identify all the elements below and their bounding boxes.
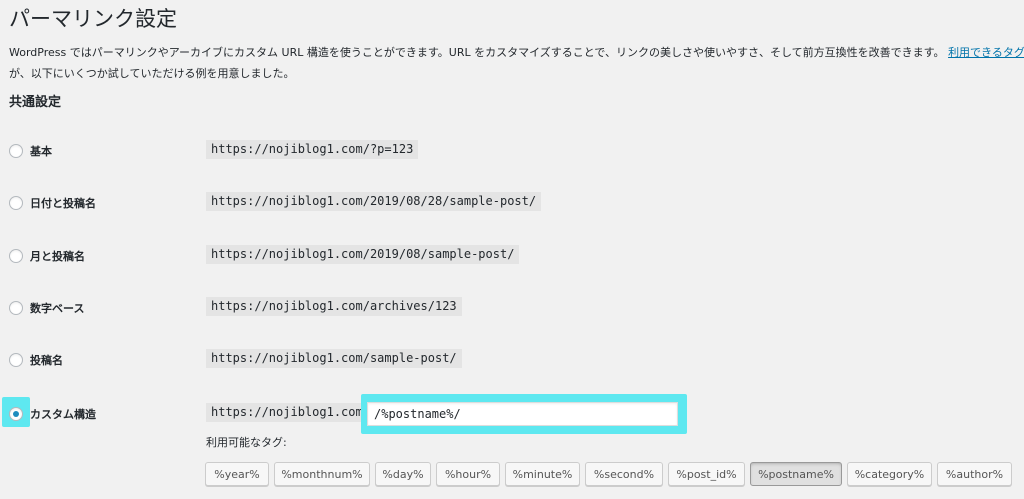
- intro-line-1-text: WordPress ではパーマリンクやアーカイブにカスタム URL 構造を使うこ…: [9, 46, 945, 59]
- tag-button-minute[interactable]: %minute%: [505, 462, 580, 486]
- radio-month-name[interactable]: [9, 249, 23, 263]
- tag-button-postname[interactable]: %postname%: [750, 462, 842, 486]
- intro-line-2: が、以下にいくつか試していただける例を用意しました。: [9, 67, 295, 80]
- tag-button-second[interactable]: %second%: [585, 462, 663, 486]
- page-title: パーマリンク設定: [9, 7, 177, 31]
- option-label[interactable]: 月と投稿名: [30, 248, 85, 264]
- example-url: https://nojiblog1.com/?p=123: [206, 140, 419, 159]
- option-label[interactable]: カスタム構造: [30, 406, 96, 422]
- radio-custom-structure[interactable]: [9, 407, 23, 421]
- option-label[interactable]: 基本: [30, 143, 52, 159]
- available-tags-label: 利用可能なタグ:: [206, 436, 287, 449]
- tag-button-monthnum[interactable]: %monthnum%: [274, 462, 370, 486]
- radio-post-name[interactable]: [9, 353, 23, 367]
- radio-day-name[interactable]: [9, 196, 23, 210]
- tag-button-author[interactable]: %author%: [937, 462, 1012, 486]
- option-label[interactable]: 投稿名: [30, 352, 63, 368]
- tag-button-post-id[interactable]: %post_id%: [668, 462, 745, 486]
- available-tags-link[interactable]: 利用できるタグはた: [948, 46, 1024, 59]
- tag-button-category[interactable]: %category%: [847, 462, 932, 486]
- example-url: https://nojiblog1.com/archives/123: [206, 297, 462, 316]
- radio-numeric[interactable]: [9, 301, 23, 315]
- example-url: https://nojiblog1.com/2019/08/28/sample-…: [206, 192, 542, 211]
- tag-button-day[interactable]: %day%: [375, 462, 431, 486]
- intro-line-1: WordPress ではパーマリンクやアーカイブにカスタム URL 構造を使うこ…: [9, 42, 1024, 63]
- radio-plain[interactable]: [9, 144, 23, 158]
- tag-button-year[interactable]: %year%: [205, 462, 269, 486]
- option-label[interactable]: 日付と投稿名: [30, 195, 96, 211]
- custom-structure-input[interactable]: [367, 402, 678, 426]
- intro-text: WordPress ではパーマリンクやアーカイブにカスタム URL 構造を使うこ…: [9, 42, 1024, 84]
- option-label[interactable]: 数字ベース: [30, 300, 84, 316]
- custom-base-url: https://nojiblog1.com: [206, 403, 368, 422]
- example-url: https://nojiblog1.com/2019/08/sample-pos…: [206, 245, 520, 264]
- example-url: https://nojiblog1.com/sample-post/: [206, 349, 462, 368]
- section-title-common-settings: 共通設定: [9, 95, 62, 110]
- tag-button-hour[interactable]: %hour%: [436, 462, 500, 486]
